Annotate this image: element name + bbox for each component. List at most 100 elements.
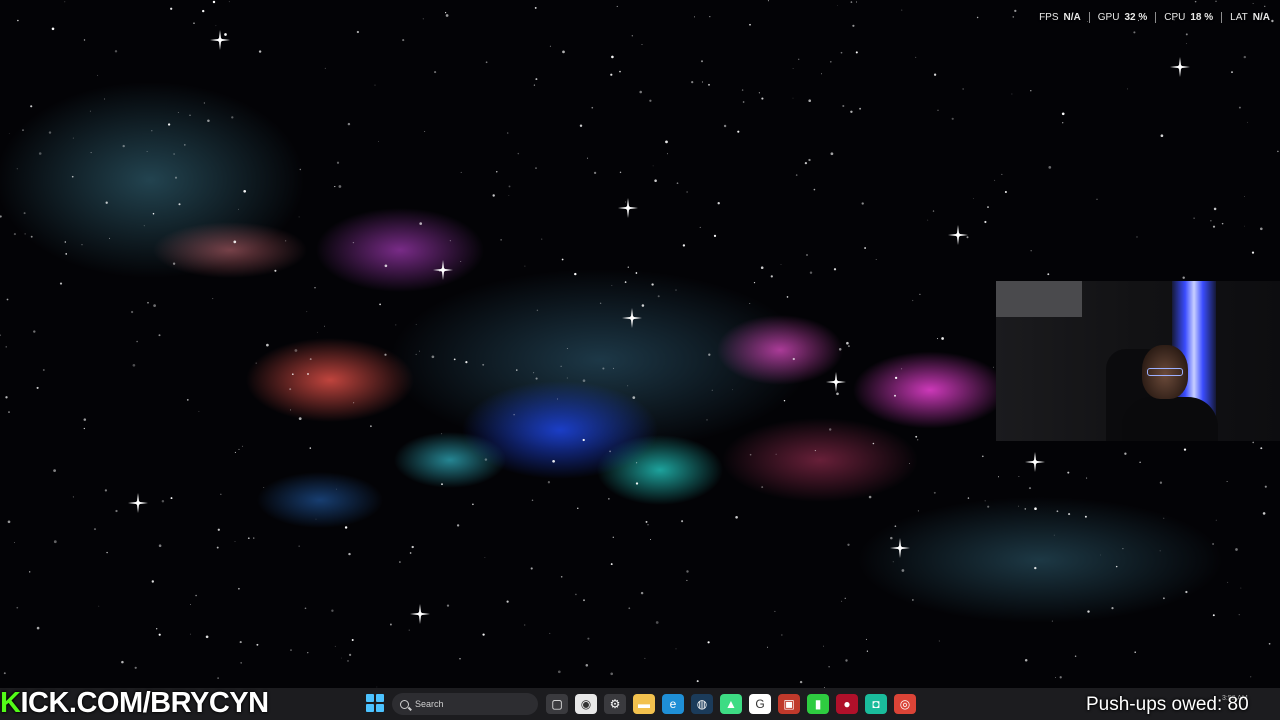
star bbox=[289, 388, 292, 391]
star bbox=[105, 201, 108, 204]
chrome-profile-icon[interactable]: ◉ bbox=[575, 694, 597, 714]
star bbox=[64, 1, 66, 3]
star bbox=[506, 132, 509, 134]
star bbox=[48, 131, 52, 134]
chat-app-icon[interactable]: ◘ bbox=[865, 694, 887, 714]
star bbox=[1055, 677, 1056, 678]
settings-icon[interactable]: ⚙ bbox=[604, 694, 626, 714]
star bbox=[593, 171, 597, 175]
star bbox=[951, 117, 954, 120]
star bbox=[561, 258, 564, 261]
star bbox=[508, 195, 510, 196]
star bbox=[915, 435, 918, 438]
perf-cpu: CPU 18 % bbox=[1156, 12, 1223, 23]
star bbox=[591, 106, 594, 109]
star bbox=[203, 102, 206, 104]
star bbox=[65, 253, 68, 255]
star bbox=[384, 264, 388, 268]
star bbox=[723, 124, 727, 128]
star bbox=[8, 411, 10, 414]
star bbox=[1262, 512, 1266, 515]
star bbox=[212, 0, 216, 4]
task-view-icon[interactable]: ▢ bbox=[546, 694, 568, 714]
star bbox=[667, 153, 668, 155]
star bbox=[1012, 16, 1015, 18]
star bbox=[177, 111, 179, 113]
star bbox=[792, 357, 795, 361]
star bbox=[531, 499, 534, 502]
star bbox=[344, 526, 348, 529]
star bbox=[901, 9, 903, 11]
star bbox=[484, 557, 486, 558]
star bbox=[24, 233, 26, 235]
star bbox=[215, 25, 217, 27]
android-studio-icon[interactable]: ▲ bbox=[720, 694, 742, 714]
edge-icon[interactable]: e bbox=[662, 694, 684, 714]
star bbox=[285, 240, 287, 242]
red-app-icon[interactable]: ● bbox=[836, 694, 858, 714]
star bbox=[1271, 19, 1274, 23]
steam-icon[interactable]: ◍ bbox=[691, 694, 713, 714]
star bbox=[1238, 614, 1240, 616]
star bbox=[761, 486, 764, 489]
green-app-icon[interactable]: ▮ bbox=[807, 694, 829, 714]
star bbox=[686, 191, 688, 193]
star bbox=[997, 476, 1000, 478]
star bbox=[647, 524, 649, 526]
star bbox=[434, 71, 437, 74]
star bbox=[136, 340, 138, 343]
star bbox=[441, 433, 443, 435]
video-app-icon[interactable]: ▣ bbox=[778, 694, 800, 714]
star bbox=[389, 623, 392, 626]
star bbox=[966, 236, 969, 239]
star bbox=[83, 427, 85, 430]
sparkle-star bbox=[618, 198, 638, 218]
star bbox=[611, 55, 614, 59]
star bbox=[453, 358, 456, 361]
star bbox=[780, 264, 782, 265]
star bbox=[758, 92, 760, 94]
star bbox=[132, 363, 136, 367]
star bbox=[579, 124, 583, 127]
star bbox=[717, 202, 720, 205]
star bbox=[587, 637, 590, 640]
sparkle-star bbox=[128, 493, 148, 513]
star bbox=[892, 561, 894, 563]
star bbox=[409, 552, 412, 554]
star bbox=[266, 343, 269, 347]
star bbox=[508, 185, 511, 188]
google-icon[interactable]: G bbox=[749, 694, 771, 714]
star bbox=[153, 304, 156, 307]
star bbox=[1068, 513, 1071, 516]
star bbox=[749, 23, 751, 26]
star bbox=[53, 469, 56, 472]
star bbox=[243, 189, 247, 193]
star bbox=[16, 606, 19, 609]
star bbox=[938, 640, 940, 642]
star bbox=[830, 152, 834, 156]
star bbox=[713, 234, 717, 238]
star bbox=[635, 482, 639, 485]
star bbox=[937, 109, 939, 111]
star bbox=[534, 6, 537, 9]
star bbox=[813, 188, 816, 191]
star bbox=[152, 212, 155, 215]
star bbox=[306, 372, 310, 376]
star bbox=[146, 151, 148, 153]
star bbox=[352, 241, 355, 244]
star bbox=[415, 324, 417, 325]
star bbox=[541, 238, 543, 240]
star bbox=[5, 346, 7, 348]
start-button[interactable] bbox=[366, 694, 384, 712]
star bbox=[64, 241, 66, 243]
star bbox=[535, 78, 538, 81]
star bbox=[864, 247, 867, 249]
star bbox=[941, 337, 944, 340]
star bbox=[347, 122, 351, 126]
file-explorer-icon[interactable]: ▬ bbox=[633, 694, 655, 714]
chrome-icon[interactable]: ◎ bbox=[894, 694, 916, 714]
star bbox=[533, 84, 536, 86]
taskbar-search[interactable]: Search bbox=[392, 693, 538, 715]
perf-fps: FPS N/A bbox=[1031, 12, 1090, 23]
star bbox=[992, 366, 994, 368]
